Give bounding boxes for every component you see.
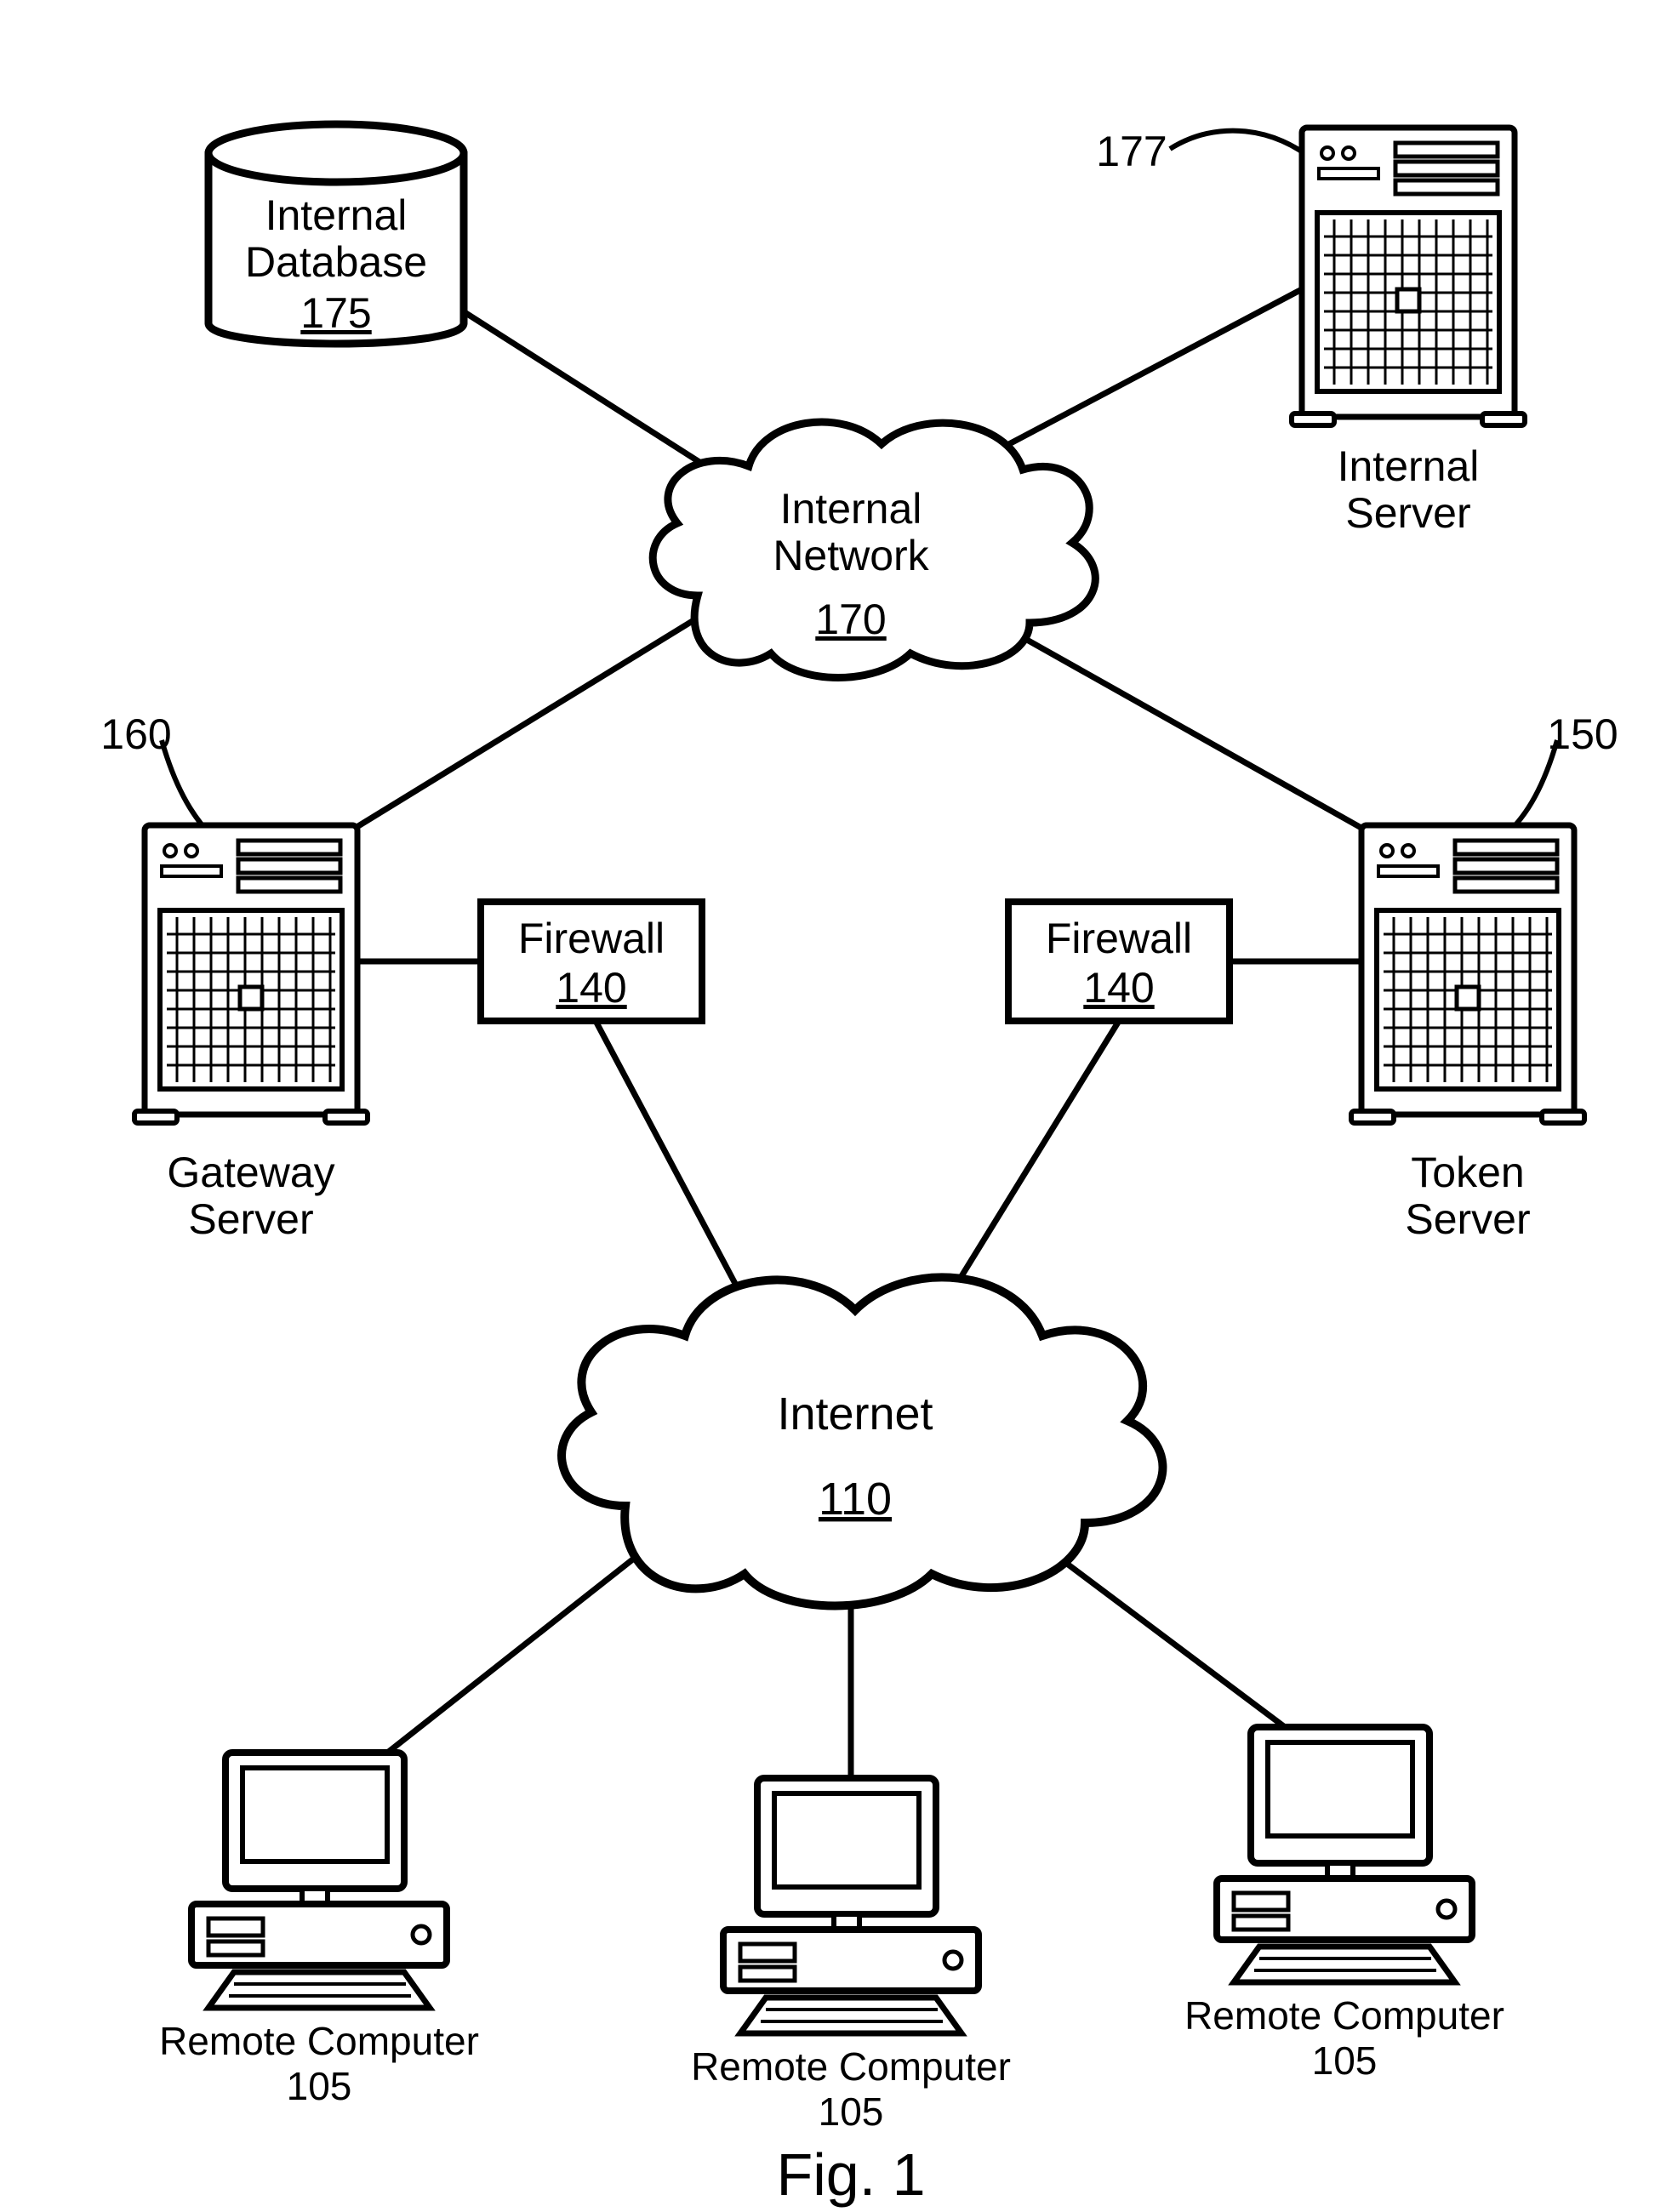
remote-computer-2-label: Remote Computer — [691, 2044, 1011, 2089]
firewall-left-node: Firewall 140 — [481, 902, 702, 1021]
token-server-node — [1351, 825, 1584, 1123]
gateway-server-label-line2: Server — [188, 1195, 313, 1243]
internal-network-label-line2: Network — [773, 532, 929, 579]
remote-computer-1-node — [191, 1753, 447, 2008]
figure-label: Fig. 1 — [776, 2141, 925, 2208]
internal-database-ref: 175 — [300, 289, 371, 337]
internal-network-label-line1: Internal — [780, 485, 922, 533]
remote-computer-2-ref: 105 — [819, 2089, 884, 2134]
firewall-right-ref: 140 — [1083, 964, 1154, 1012]
remote-computer-3-node — [1217, 1727, 1472, 1982]
internal-server-ref: 177 — [1096, 128, 1167, 175]
token-server-ref: 150 — [1547, 710, 1618, 758]
remote-computer-2-node — [723, 1778, 979, 2033]
gateway-server-node — [134, 825, 368, 1123]
remote-computer-3-ref: 105 — [1312, 2038, 1378, 2083]
internet-ref: 110 — [819, 1474, 892, 1525]
gateway-server-ref: 160 — [100, 710, 171, 758]
internet-node: Internet 110 — [562, 1277, 1162, 1605]
token-server-label-line1: Token — [1411, 1149, 1524, 1196]
internal-database-label-line1: Internal — [265, 191, 408, 239]
diagram-canvas: Internal Database 175 Internal Server 17… — [0, 0, 1672, 2212]
internal-server-node — [1292, 128, 1525, 425]
firewall-right-label: Firewall — [1046, 915, 1192, 962]
internal-network-node: Internal Network 170 — [653, 422, 1095, 677]
internal-network-ref: 170 — [815, 596, 886, 643]
firewall-right-node: Firewall 140 — [1008, 902, 1230, 1021]
internal-database-node: Internal Database 175 — [208, 124, 464, 344]
internal-database-label-line2: Database — [245, 238, 427, 286]
token-server-label-line2: Server — [1405, 1195, 1530, 1243]
firewall-left-label: Firewall — [518, 915, 665, 962]
remote-computer-1-ref: 105 — [287, 2064, 352, 2108]
internet-label: Internet — [777, 1388, 933, 1440]
remote-computer-3-label: Remote Computer — [1184, 1993, 1504, 2038]
internal-server-label-line2: Server — [1345, 489, 1470, 537]
remote-computer-1-label: Remote Computer — [159, 2019, 479, 2063]
internal-server-label-line1: Internal — [1338, 442, 1480, 490]
gateway-server-label-line1: Gateway — [167, 1149, 334, 1196]
firewall-left-ref: 140 — [556, 964, 626, 1012]
